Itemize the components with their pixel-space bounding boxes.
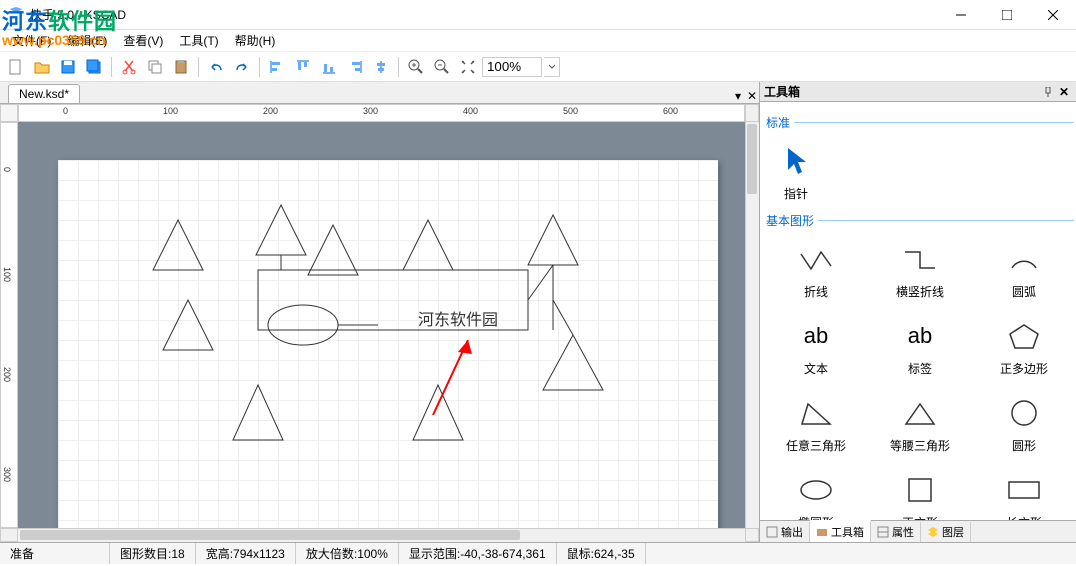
panel-tab-output[interactable]: 输出	[760, 522, 810, 542]
document-tab-name: New.ksd*	[19, 87, 69, 101]
ellipse-icon	[791, 470, 841, 510]
horizontal-scrollbar[interactable]	[18, 528, 745, 542]
status-view: 显示范围:-40,-38-674,361	[399, 543, 557, 564]
rect-icon	[999, 470, 1049, 510]
save-button[interactable]	[56, 55, 80, 79]
menu-tool[interactable]: 工具(T)	[171, 30, 226, 51]
tool-polyline[interactable]: 折线	[766, 235, 866, 304]
copy-button[interactable]	[143, 55, 167, 79]
arc-icon	[999, 239, 1049, 279]
tool-circle[interactable]: 圆形	[974, 389, 1074, 458]
triangle-icon	[791, 393, 841, 433]
new-button[interactable]	[4, 55, 28, 79]
tab-menu-dropdown[interactable]: ▾	[731, 89, 745, 103]
vertical-scrollbar[interactable]	[745, 122, 759, 528]
vertical-ruler[interactable]: 0 100 200 300	[0, 122, 18, 528]
tool-label[interactable]: ab 标签	[870, 312, 970, 381]
pointer-icon	[771, 141, 821, 181]
menu-file[interactable]: 文件(F)	[4, 30, 59, 51]
layer-icon	[927, 526, 939, 538]
maximize-button[interactable]	[984, 0, 1030, 30]
toolbox-title: 工具箱	[764, 83, 800, 100]
tool-triangle-iso[interactable]: 等腰三角形	[870, 389, 970, 458]
tool-triangle-any[interactable]: 任意三角形	[766, 389, 866, 458]
zoom-dropdown[interactable]	[544, 57, 560, 77]
close-button[interactable]	[1030, 0, 1076, 30]
tool-square[interactable]: 正方形	[870, 466, 970, 520]
panel-tab-layer[interactable]: 图层	[921, 522, 971, 542]
text-icon: ab	[791, 316, 841, 356]
hvline-icon	[895, 239, 945, 279]
tab-close-button[interactable]: ✕	[745, 89, 759, 103]
open-button[interactable]	[30, 55, 54, 79]
align-center-button[interactable]	[369, 55, 393, 79]
toolbox-icon	[816, 526, 828, 538]
polyline-icon	[791, 239, 841, 279]
canvas-area[interactable]: 河东软件园	[18, 122, 745, 528]
status-size: 宽高:794x1123	[196, 543, 296, 564]
status-zoom: 放大倍数:100%	[296, 543, 399, 564]
square-icon	[895, 470, 945, 510]
status-bar: 准备 图形数目:18 宽高:794x1123 放大倍数:100% 显示范围:-4…	[0, 542, 1076, 564]
tool-polygon[interactable]: 正多边形	[974, 312, 1074, 381]
redo-button[interactable]	[230, 55, 254, 79]
document-tab-bar: New.ksd* ▾ ✕	[0, 82, 759, 104]
toolbox-panel: 工具箱 ✕ 标准 指针 基本图形 折线 横竖折线	[760, 82, 1076, 542]
menu-help[interactable]: 帮助(H)	[227, 30, 284, 51]
drawing-page[interactable]: 河东软件园	[58, 160, 718, 528]
horizontal-ruler[interactable]: 0 100 200 300 400 500 600	[18, 104, 745, 122]
zoomout-button[interactable]	[430, 55, 454, 79]
title-bar: 快手 5.0 - KSCAD	[0, 0, 1076, 30]
label-icon: ab	[895, 316, 945, 356]
tool-ellipse[interactable]: 椭圆形	[766, 466, 866, 520]
tool-pointer[interactable]: 指针	[766, 137, 826, 206]
ruler-corner	[0, 104, 18, 122]
cut-button[interactable]	[117, 55, 141, 79]
document-tab[interactable]: New.ksd*	[8, 84, 80, 103]
group-basic-title: 基本图形	[766, 212, 1074, 229]
panel-tab-bar: 输出 工具箱 属性 图层	[760, 520, 1076, 542]
zoom-input[interactable]	[482, 57, 542, 77]
align-left-button[interactable]	[265, 55, 289, 79]
polygon-icon	[999, 316, 1049, 356]
app-icon	[8, 7, 24, 23]
window-title: 快手 5.0 - KSCAD	[30, 6, 126, 23]
align-right-button[interactable]	[343, 55, 367, 79]
panel-tab-props[interactable]: 属性	[871, 522, 921, 542]
output-icon	[766, 526, 778, 538]
panel-tab-toolbox[interactable]: 工具箱	[810, 520, 871, 542]
toolbar	[0, 52, 1076, 82]
menu-edit[interactable]: 编辑(E)	[59, 30, 115, 51]
align-top-button[interactable]	[291, 55, 315, 79]
zoomfit-button[interactable]	[456, 55, 480, 79]
canvas-text-label: 河东软件园	[418, 311, 498, 329]
status-shapes: 图形数目:18	[110, 543, 196, 564]
tool-text[interactable]: ab 文本	[766, 312, 866, 381]
circle-icon	[999, 393, 1049, 433]
minimize-button[interactable]	[938, 0, 984, 30]
saveall-button[interactable]	[82, 55, 106, 79]
undo-button[interactable]	[204, 55, 228, 79]
panel-close-button[interactable]: ✕	[1056, 84, 1072, 100]
status-ready: 准备	[0, 543, 110, 564]
props-icon	[877, 526, 889, 538]
group-standard-title: 标准	[766, 114, 1074, 131]
status-mouse: 鼠标:624,-35	[557, 543, 646, 564]
menu-bar: 文件(F) 编辑(E) 查看(V) 工具(T) 帮助(H)	[0, 30, 1076, 52]
tool-arc[interactable]: 圆弧	[974, 235, 1074, 304]
triangle-iso-icon	[895, 393, 945, 433]
zoomin-button[interactable]	[404, 55, 428, 79]
align-bottom-button[interactable]	[317, 55, 341, 79]
panel-pin-button[interactable]	[1040, 84, 1056, 100]
tool-hvline[interactable]: 横竖折线	[870, 235, 970, 304]
tool-rect[interactable]: 长方形	[974, 466, 1074, 520]
paste-button[interactable]	[169, 55, 193, 79]
menu-view[interactable]: 查看(V)	[115, 30, 171, 51]
